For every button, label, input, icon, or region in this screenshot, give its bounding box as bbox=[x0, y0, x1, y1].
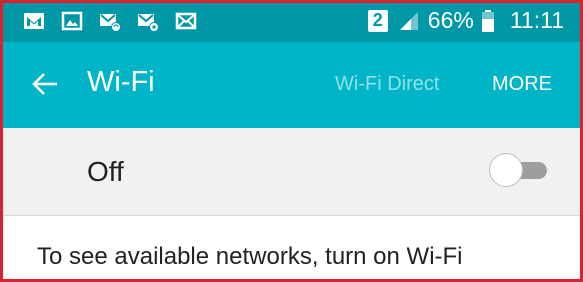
wifi-direct-button[interactable]: Wi-Fi Direct bbox=[335, 73, 439, 96]
status-bar: 2 66% 11:11 bbox=[3, 3, 580, 42]
screenshot-frame: 2 66% 11:11 Wi-Fi Wi-Fi Direct MORE Off bbox=[0, 0, 583, 282]
gmail-icon bbox=[24, 13, 44, 29]
wifi-switch[interactable] bbox=[489, 152, 547, 188]
battery-icon bbox=[481, 9, 494, 32]
sync-mail-icon bbox=[138, 14, 159, 31]
wifi-toggle-row[interactable]: Off bbox=[3, 128, 580, 216]
battery-percent: 66% bbox=[427, 7, 474, 33]
wifi-mail-icon bbox=[100, 14, 121, 31]
more-button[interactable]: MORE bbox=[492, 73, 552, 96]
mail-icon bbox=[175, 12, 197, 30]
wifi-state-label: Off bbox=[87, 156, 124, 187]
page-title: Wi-Fi bbox=[87, 66, 155, 98]
clock: 11:11 bbox=[509, 7, 564, 33]
status-right: 2 66% 11:11 bbox=[367, 7, 564, 34]
back-arrow-icon[interactable] bbox=[31, 70, 59, 98]
gallery-icon bbox=[61, 11, 83, 31]
networks-hint-text: To see available networks, turn on Wi-Fi bbox=[37, 243, 463, 270]
sim-badge: 2 bbox=[367, 9, 388, 32]
signal-icon bbox=[399, 11, 418, 30]
app-bar: Wi-Fi Wi-Fi Direct MORE bbox=[3, 42, 580, 128]
notification-icons bbox=[23, 11, 197, 31]
switch-thumb bbox=[489, 153, 523, 187]
